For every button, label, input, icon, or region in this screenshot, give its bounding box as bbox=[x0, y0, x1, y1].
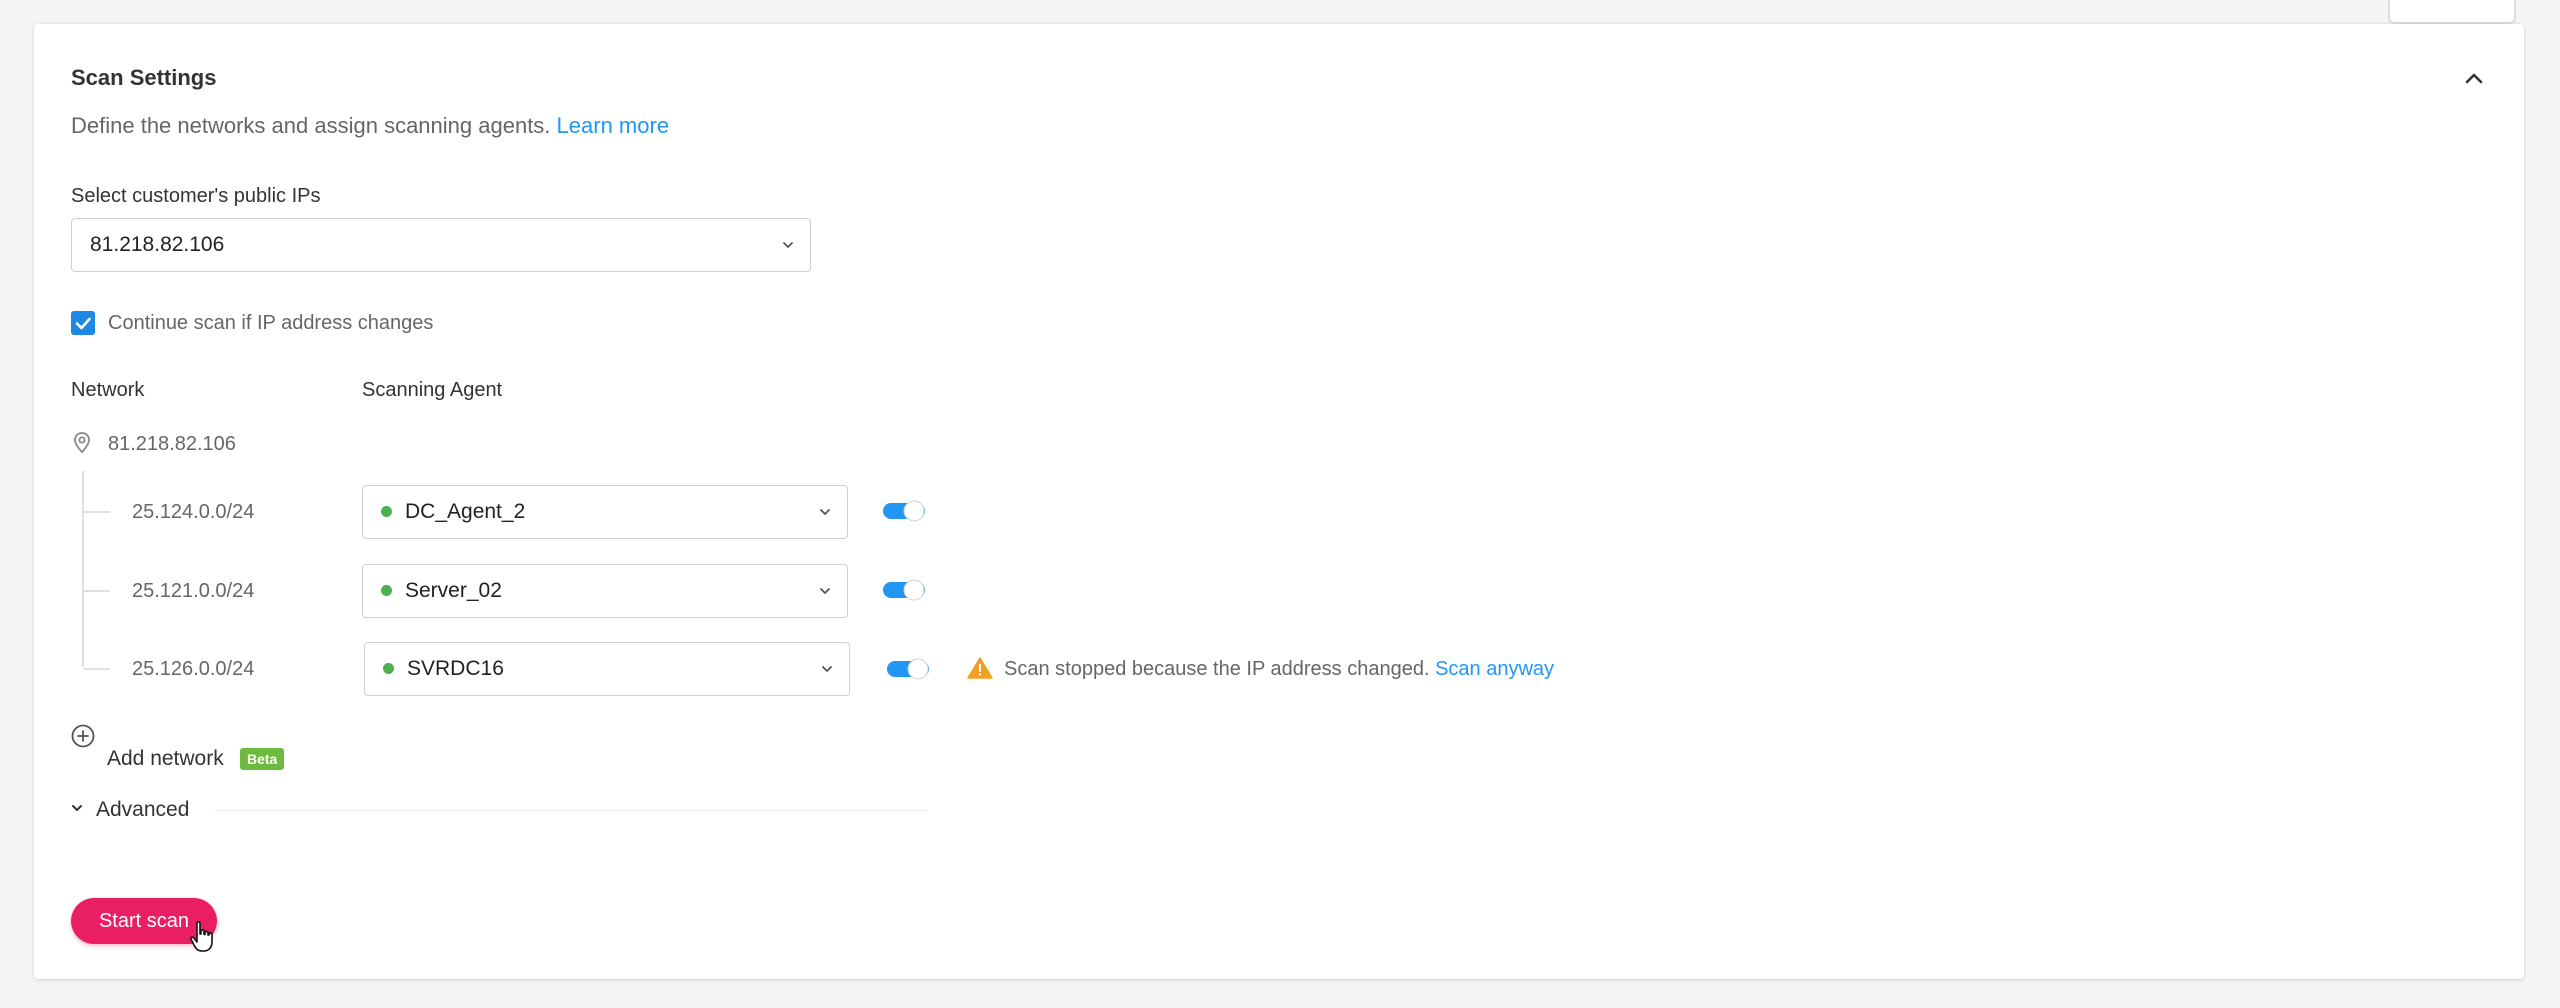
public-ip-label: Select customer's public IPs bbox=[71, 185, 321, 207]
subnet-label: 25.124.0.0/24 bbox=[132, 501, 255, 523]
tree-branch bbox=[84, 590, 110, 592]
network-column-header: Network bbox=[71, 379, 145, 401]
add-network-button[interactable]: Add network bbox=[107, 746, 224, 772]
agent-status-dot bbox=[383, 663, 394, 674]
description-text: Define the networks and assign scanning … bbox=[71, 113, 551, 138]
continue-scan-label: Continue scan if IP address changes bbox=[108, 312, 434, 334]
agent-status-dot bbox=[381, 585, 392, 596]
chevron-down-icon bbox=[822, 666, 832, 672]
warning-triangle-icon bbox=[967, 657, 993, 679]
root-network-ip: 81.218.82.106 bbox=[108, 433, 236, 455]
network-enable-toggle[interactable] bbox=[882, 579, 926, 601]
agent-name: SVRDC16 bbox=[407, 657, 504, 680]
add-circle-icon[interactable] bbox=[71, 724, 95, 748]
agent-column-header: Scanning Agent bbox=[362, 379, 503, 401]
continue-scan-checkbox[interactable] bbox=[71, 311, 95, 335]
advanced-divider bbox=[214, 810, 926, 811]
agent-name: Server_02 bbox=[405, 579, 502, 602]
location-pin-icon bbox=[74, 432, 90, 454]
agent-status-dot bbox=[381, 506, 392, 517]
pointer-cursor-icon bbox=[190, 921, 213, 952]
scan-settings-card: Scan Settings Define the networks and as… bbox=[34, 24, 2524, 979]
subnet-label: 25.126.0.0/24 bbox=[132, 658, 255, 680]
chevron-down-icon[interactable] bbox=[68, 799, 86, 817]
tree-branch bbox=[84, 668, 110, 670]
learn-more-link[interactable]: Learn more bbox=[557, 113, 670, 138]
chevron-down-icon bbox=[783, 242, 793, 248]
network-enable-toggle[interactable] bbox=[882, 500, 926, 522]
advanced-toggle[interactable]: Advanced bbox=[96, 797, 189, 823]
chevron-up-icon[interactable] bbox=[2460, 64, 2488, 92]
chevron-down-icon bbox=[820, 588, 830, 594]
public-ip-select[interactable]: 81.218.82.106 bbox=[71, 218, 811, 272]
scan-anyway-link[interactable]: Scan anyway bbox=[1435, 658, 1554, 680]
network-enable-toggle[interactable] bbox=[886, 658, 930, 680]
chevron-down-icon bbox=[820, 509, 830, 515]
section-title: Scan Settings bbox=[71, 65, 217, 90]
agent-name: DC_Agent_2 bbox=[405, 500, 526, 523]
tree-branch bbox=[84, 511, 110, 513]
agent-select[interactable]: Server_02 bbox=[362, 564, 848, 618]
section-description: Define the networks and assign scanning … bbox=[71, 111, 669, 141]
scan-warning: Scan stopped because the IP address chan… bbox=[1004, 656, 1554, 682]
agent-select[interactable]: SVRDC16 bbox=[364, 642, 850, 696]
warning-message: Scan stopped because the IP address chan… bbox=[1004, 658, 1430, 680]
beta-badge: Beta bbox=[240, 748, 285, 770]
public-ip-value: 81.218.82.106 bbox=[90, 233, 225, 256]
subnet-label: 25.121.0.0/24 bbox=[132, 580, 255, 602]
agent-select[interactable]: DC_Agent_2 bbox=[362, 485, 848, 539]
top-button-edge[interactable] bbox=[2388, 0, 2516, 24]
network-tree-line bbox=[82, 471, 84, 667]
